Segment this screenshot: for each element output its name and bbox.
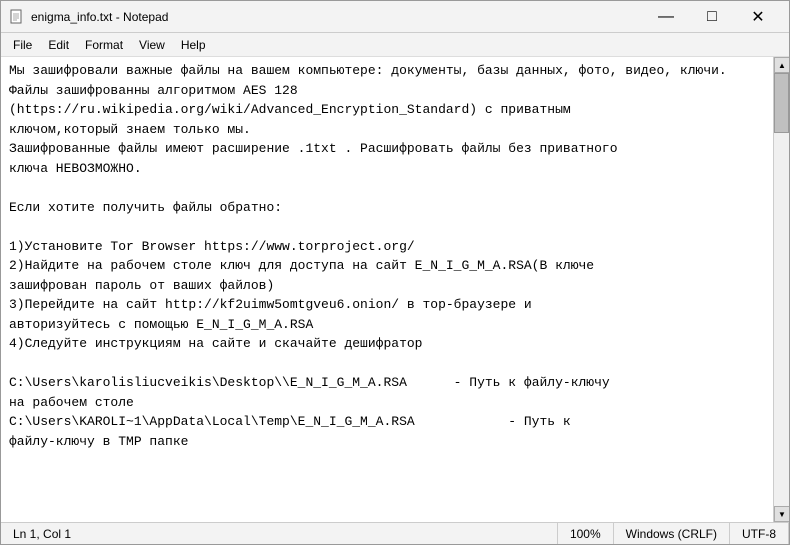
maximize-button[interactable]: □ [689, 1, 735, 33]
vertical-scrollbar[interactable]: ▲ ▼ [773, 57, 789, 522]
menu-file[interactable]: File [5, 36, 40, 54]
menu-format[interactable]: Format [77, 36, 131, 54]
close-button[interactable]: ✕ [735, 1, 781, 33]
encoding: UTF-8 [730, 523, 789, 544]
line-ending: Windows (CRLF) [614, 523, 730, 544]
scroll-up-button[interactable]: ▲ [774, 57, 789, 73]
window-icon [9, 9, 25, 25]
menu-bar: File Edit Format View Help [1, 33, 789, 57]
scroll-down-button[interactable]: ▼ [774, 506, 789, 522]
scroll-thumb[interactable] [774, 73, 789, 133]
menu-edit[interactable]: Edit [40, 36, 77, 54]
text-editor[interactable]: Мы зашифровали важные файлы на вашем ком… [1, 57, 773, 522]
content-area: Мы зашифровали важные файлы на вашем ком… [1, 57, 789, 522]
title-bar: enigma_info.txt - Notepad — □ ✕ [1, 1, 789, 33]
window-controls: — □ ✕ [643, 1, 781, 33]
scroll-track[interactable] [774, 73, 789, 506]
zoom-level: 100% [558, 523, 614, 544]
minimize-button[interactable]: — [643, 1, 689, 33]
notepad-window: enigma_info.txt - Notepad — □ ✕ File Edi… [0, 0, 790, 545]
status-bar: Ln 1, Col 1 100% Windows (CRLF) UTF-8 [1, 522, 789, 544]
window-title: enigma_info.txt - Notepad [31, 10, 643, 24]
menu-view[interactable]: View [131, 36, 173, 54]
cursor-position: Ln 1, Col 1 [1, 523, 558, 544]
menu-help[interactable]: Help [173, 36, 214, 54]
